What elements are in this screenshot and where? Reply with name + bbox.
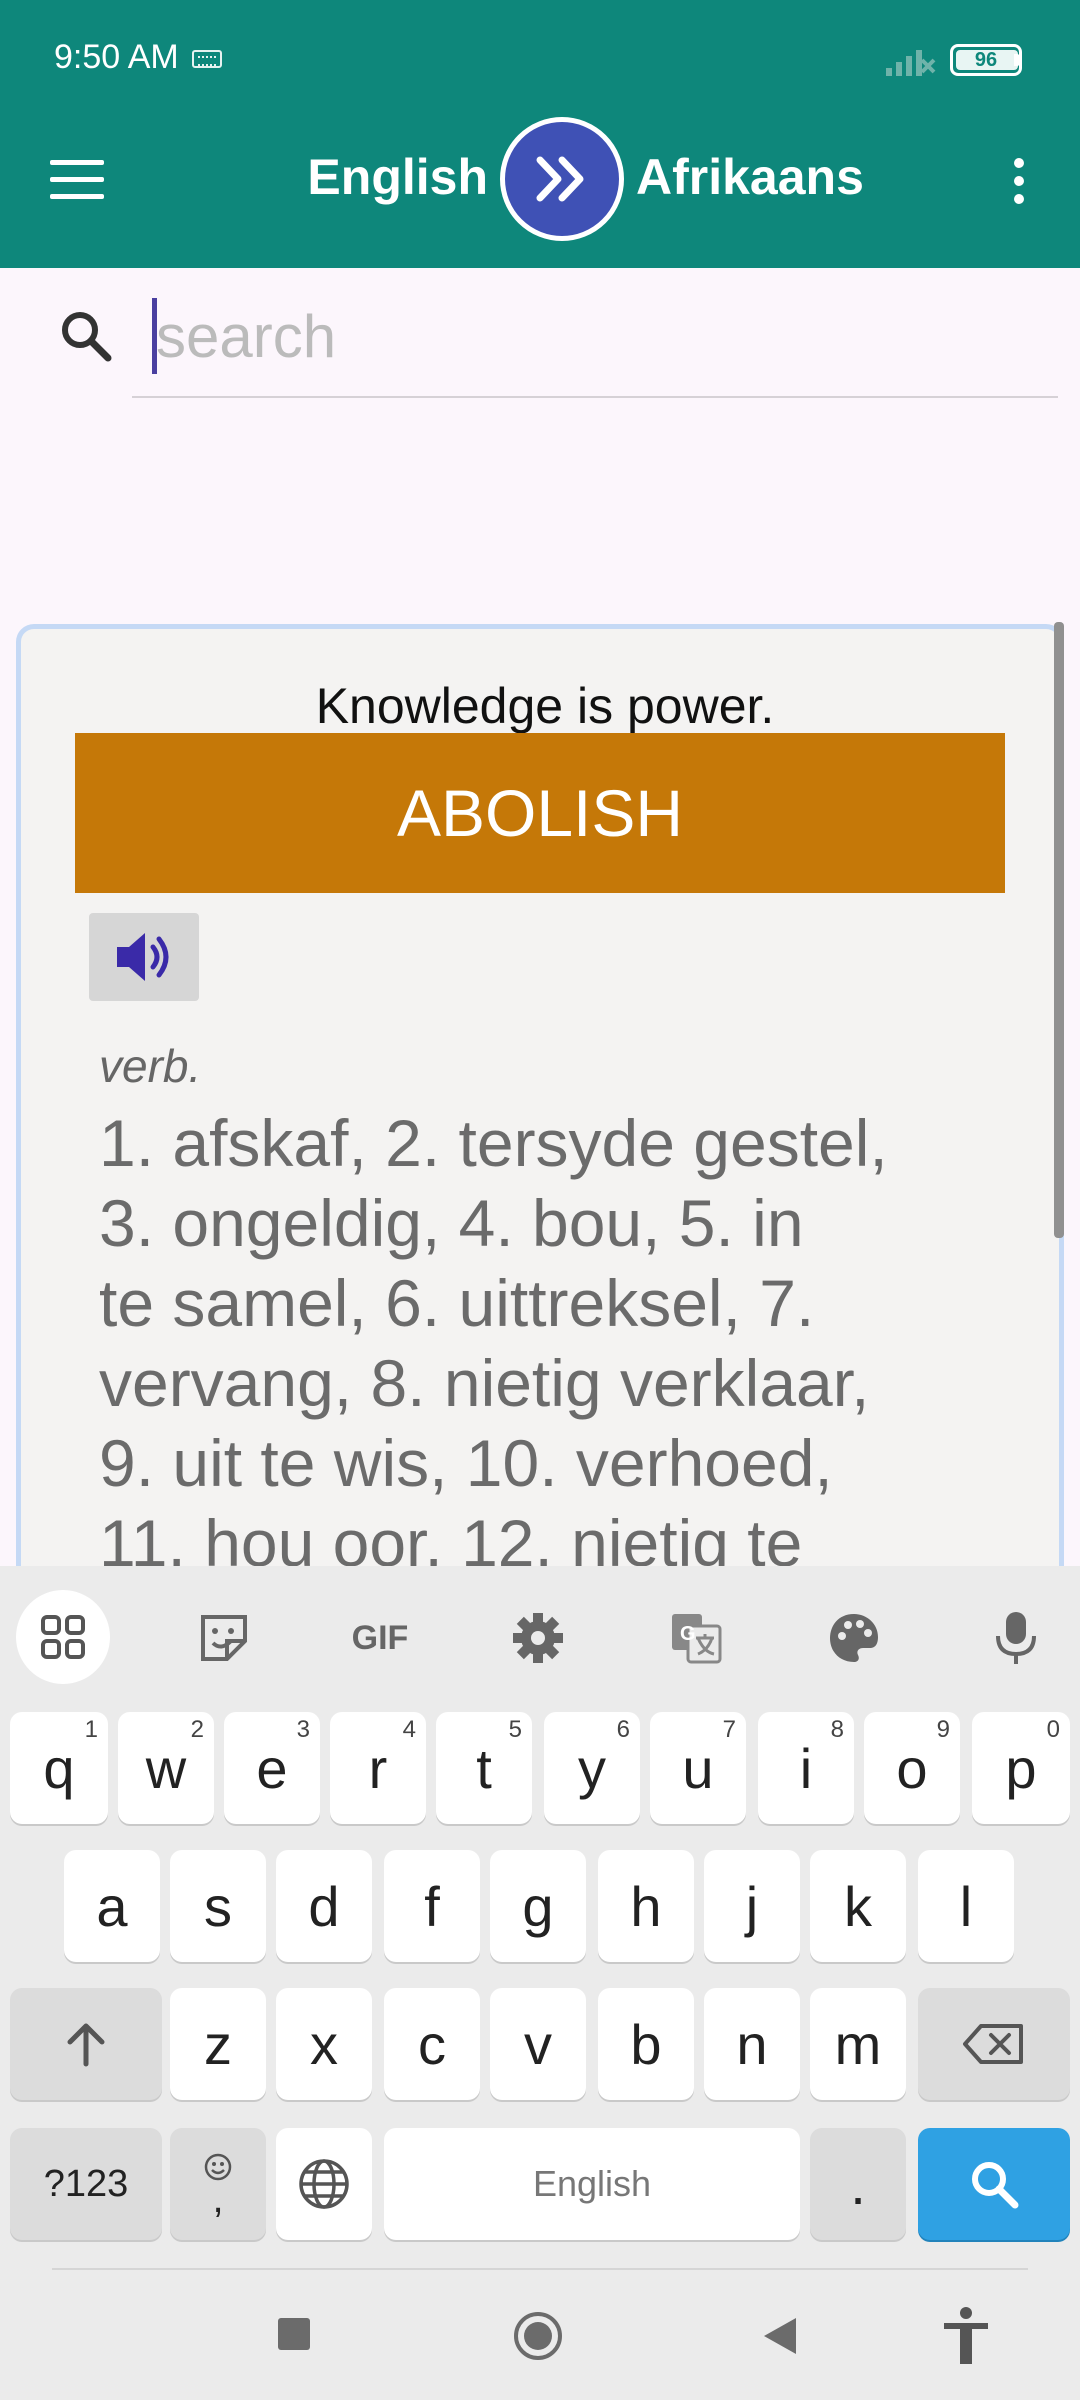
globe-icon — [299, 2159, 349, 2209]
key-f[interactable]: f — [384, 1850, 480, 1962]
key-a[interactable]: a — [64, 1850, 160, 1962]
key-q[interactable]: q1 — [10, 1712, 108, 1824]
key-v[interactable]: v — [490, 1988, 586, 2100]
more-options-icon[interactable] — [1004, 156, 1034, 206]
key-j[interactable]: j — [704, 1850, 800, 1962]
settings-gear-icon[interactable] — [492, 1592, 584, 1684]
definition-list: 1. afskaf, 2. tersyde gestel, 3. ongeldi… — [99, 1103, 999, 1579]
home-circle-icon[interactable] — [512, 2310, 564, 2362]
battery-icon: 96 — [950, 44, 1022, 76]
space-key[interactable]: English — [384, 2128, 800, 2240]
sticker-icon[interactable] — [178, 1592, 270, 1684]
part-of-speech: verb. — [99, 1040, 202, 1092]
language-globe-key[interactable] — [276, 2128, 372, 2240]
translate-icon[interactable]: G — [650, 1592, 742, 1684]
text-cursor — [152, 298, 157, 374]
swap-languages-button[interactable] — [500, 117, 624, 241]
key-t[interactable]: t5 — [436, 1712, 532, 1824]
battery-level: 96 — [974, 48, 998, 71]
keyboard-indicator-icon — [192, 50, 222, 68]
period-key[interactable]: . — [810, 2128, 906, 2240]
key-r[interactable]: r4 — [330, 1712, 426, 1824]
status-time: 9:50 AM — [54, 38, 179, 76]
search-icon — [62, 312, 112, 362]
source-language[interactable]: English — [270, 148, 488, 206]
signal-icon — [886, 50, 936, 76]
backspace-icon — [963, 2024, 1023, 2064]
key-s[interactable]: s — [170, 1850, 266, 1962]
recents-square-icon[interactable] — [276, 2316, 312, 2352]
pronounce-button[interactable] — [89, 913, 199, 1001]
key-l[interactable]: l — [918, 1850, 1014, 1962]
definition-line: te samel, 6. uittreksel, 7. — [99, 1266, 815, 1340]
definition-line: 3. ongeldig, 4. bou, 5. in — [99, 1186, 804, 1260]
key-i[interactable]: i8 — [758, 1712, 854, 1824]
target-language[interactable]: Afrikaans — [636, 148, 936, 206]
gif-button[interactable]: GIF — [334, 1592, 426, 1684]
symbols-key[interactable]: ?123 — [10, 2128, 162, 2240]
key-z[interactable]: z — [170, 1988, 266, 2100]
key-g[interactable]: g — [490, 1850, 586, 1962]
menu-icon[interactable] — [50, 160, 104, 200]
key-n[interactable]: n — [704, 1988, 800, 2100]
key-m[interactable]: m — [810, 1988, 906, 2100]
key-o[interactable]: o9 — [864, 1712, 960, 1824]
word-card: Knowledge is power. ABOLISH verb. 1. afs… — [16, 624, 1064, 1584]
key-d[interactable]: d — [276, 1850, 372, 1962]
key-w[interactable]: w2 — [118, 1712, 214, 1824]
key-k[interactable]: k — [810, 1850, 906, 1962]
key-e[interactable]: e3 — [224, 1712, 320, 1824]
search-input[interactable] — [148, 290, 1056, 382]
key-y[interactable]: y6 — [544, 1712, 640, 1824]
svg-text:G: G — [680, 1623, 696, 1645]
shift-arrow-icon — [67, 2023, 105, 2067]
scrollbar-thumb[interactable] — [1054, 622, 1064, 1238]
nav-divider — [52, 2268, 1028, 2270]
search-icon — [972, 2162, 1019, 2209]
word-banner: ABOLISH — [75, 733, 1005, 893]
emoji-comma-key[interactable]: , — [170, 2128, 266, 2240]
theme-palette-icon[interactable] — [808, 1592, 900, 1684]
accessibility-icon[interactable] — [940, 2306, 992, 2366]
backspace-key[interactable] — [918, 1988, 1070, 2100]
double-chevron-right-icon — [536, 156, 584, 202]
key-b[interactable]: b — [598, 1988, 694, 2100]
key-h[interactable]: h — [598, 1850, 694, 1962]
search-key[interactable] — [918, 2128, 1070, 2240]
back-triangle-icon[interactable] — [760, 2314, 800, 2358]
key-u[interactable]: u7 — [650, 1712, 746, 1824]
quote-text: Knowledge is power. — [315, 678, 775, 734]
key-p[interactable]: p0 — [972, 1712, 1070, 1824]
key-x[interactable]: x — [276, 1988, 372, 2100]
search-underline — [132, 396, 1058, 398]
definition-line: 9. uit te wis, 10. verhoed, — [99, 1426, 833, 1500]
definition-line: vervang, 8. nietig verklaar, — [99, 1346, 870, 1420]
battery-tip — [1014, 54, 1020, 66]
headword: ABOLISH — [396, 776, 684, 850]
speaker-icon — [117, 933, 169, 981]
definition-line: 1. afskaf, 2. tersyde gestel, — [99, 1106, 888, 1180]
key-c[interactable]: c — [384, 1988, 480, 2100]
apps-grid-icon[interactable] — [16, 1590, 110, 1684]
shift-key[interactable] — [10, 1988, 162, 2100]
microphone-icon[interactable] — [970, 1592, 1062, 1684]
